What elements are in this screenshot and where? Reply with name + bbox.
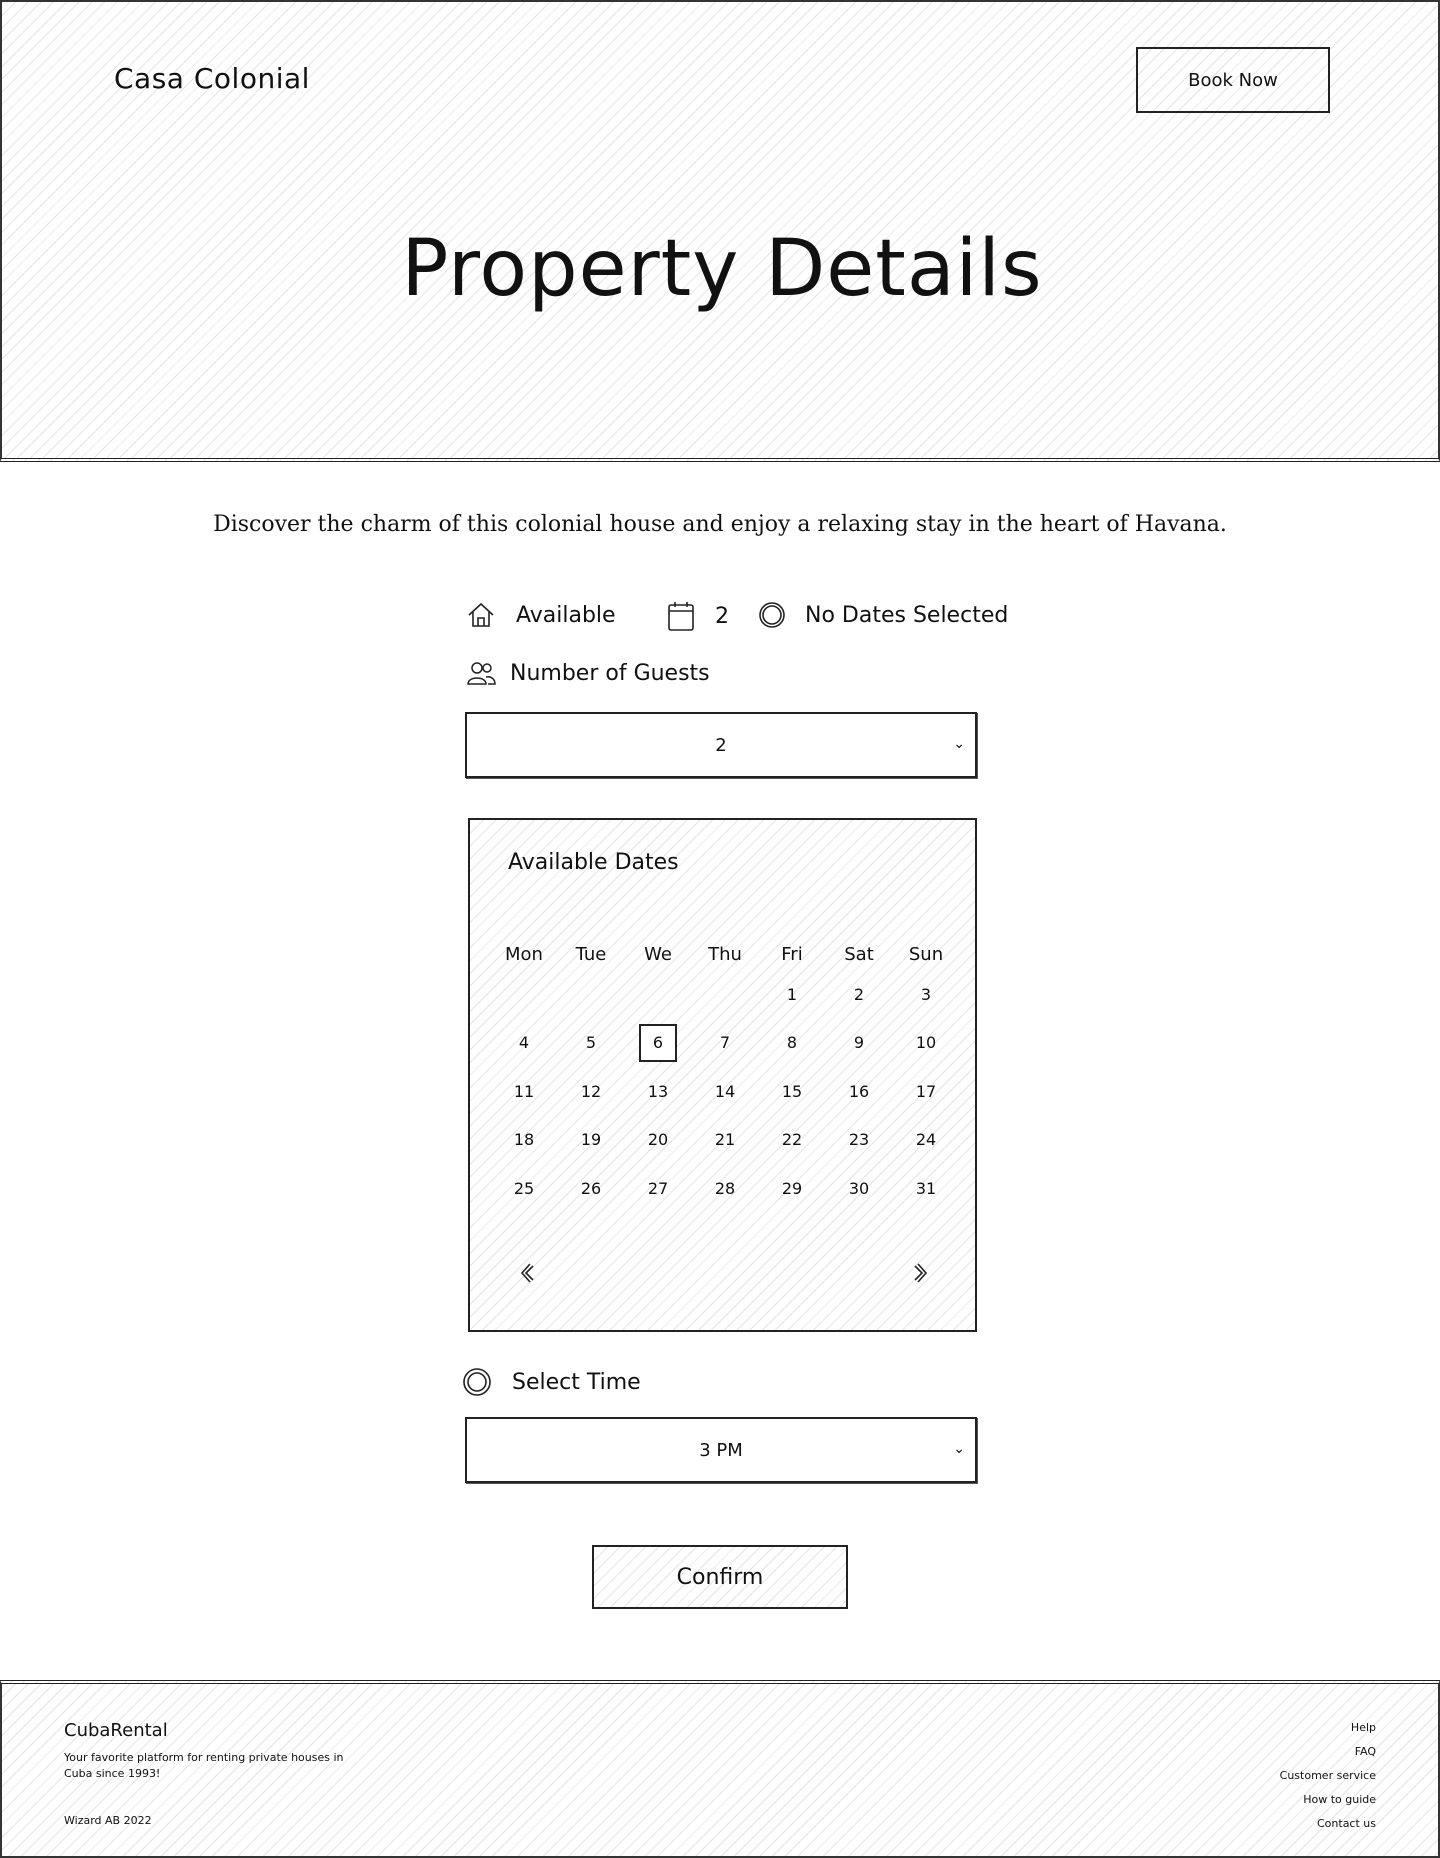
calendar-day[interactable]: 1 <box>772 977 812 1011</box>
calendar-day[interactable]: 29 <box>772 1171 812 1205</box>
calendar-day[interactable]: 26 <box>571 1171 611 1205</box>
weekday-header: Sat <box>844 944 874 965</box>
calendar-day-selected[interactable]: 6 <box>639 1023 677 1062</box>
weekday-header: We <box>644 944 672 965</box>
guests-label: Number of Guests <box>510 660 710 686</box>
house-icon <box>466 600 496 630</box>
time-heading: Select Time <box>462 1367 641 1397</box>
footer-link-help[interactable]: Help <box>1280 1716 1376 1740</box>
confirm-button[interactable]: Confirm <box>592 1545 848 1609</box>
footer-link-contact-us[interactable]: Contact us <box>1280 1812 1376 1836</box>
weekday-header: Sun <box>908 944 944 965</box>
calendar-day[interactable]: 7 <box>705 1026 745 1060</box>
calendar-day[interactable]: 24 <box>906 1123 946 1157</box>
radio-circle-icon <box>462 1367 492 1397</box>
site-footer: CubaRental Your favorite platform for re… <box>0 1680 1440 1858</box>
dates-label: No Dates Selected <box>805 602 1009 628</box>
chevron-left-icon <box>520 1263 534 1283</box>
footer-tagline: Your favorite platform for renting priva… <box>64 1751 344 1780</box>
calendar-day[interactable]: 5 <box>571 1026 611 1060</box>
calendar-day[interactable]: 2 <box>839 977 879 1011</box>
hero-header: Casa Colonial Book Now Property Details <box>0 0 1440 462</box>
footer-copyright: Wizard AB 2022 <box>64 1814 152 1827</box>
availability-label: Available <box>516 602 616 628</box>
time-select-value: 3 PM <box>699 1439 743 1461</box>
dates-status: No Dates Selected <box>757 600 1008 630</box>
calendar-day[interactable]: 25 <box>504 1171 544 1205</box>
time-select[interactable]: 3 PM ⌄ <box>465 1417 977 1483</box>
calendar-day[interactable]: 20 <box>638 1123 678 1157</box>
calendar-day[interactable]: 9 <box>839 1026 879 1060</box>
page-title: Property Details <box>401 224 1043 314</box>
users-icon <box>466 660 496 686</box>
calendar-day[interactable]: 15 <box>772 1074 812 1108</box>
calendar-day[interactable]: 14 <box>705 1074 745 1108</box>
calendar-title: Available Dates <box>508 850 679 875</box>
guests-select[interactable]: 2 ⌄ <box>465 712 977 778</box>
availability-status: Available <box>466 600 616 630</box>
calendar-day[interactable]: 27 <box>638 1171 678 1205</box>
calendar-day[interactable]: 11 <box>504 1074 544 1108</box>
calendar-day[interactable]: 13 <box>638 1074 678 1108</box>
chevron-down-icon: ⌄ <box>953 736 965 752</box>
footer-links: Help FAQ Customer service How to guide C… <box>1280 1716 1376 1836</box>
calendar-day[interactable]: 21 <box>705 1123 745 1157</box>
footer-link-how-to-guide[interactable]: How to guide <box>1280 1788 1376 1812</box>
footer-brand: CubaRental <box>64 1720 168 1741</box>
calendar-day[interactable]: 22 <box>772 1123 812 1157</box>
guests-select-value: 2 <box>715 734 727 756</box>
calendar-day[interactable]: 16 <box>839 1074 879 1108</box>
calendar-day[interactable]: 31 <box>906 1171 946 1205</box>
calendar-day[interactable]: 28 <box>705 1171 745 1205</box>
calendar-day[interactable]: 17 <box>906 1074 946 1108</box>
weekday-header: Thu <box>708 944 742 965</box>
footer-link-faq[interactable]: FAQ <box>1280 1740 1376 1764</box>
calendar-icon <box>667 600 695 632</box>
next-month-button[interactable] <box>906 1258 936 1288</box>
calendar-day[interactable]: 23 <box>839 1123 879 1157</box>
calendar-day[interactable]: 12 <box>571 1074 611 1108</box>
calendar-day[interactable]: 30 <box>839 1171 879 1205</box>
site-brand[interactable]: Casa Colonial <box>114 62 310 95</box>
radio-circle-icon <box>757 600 787 630</box>
nights-count: 2 <box>715 603 729 629</box>
calendar-day[interactable]: 3 <box>906 977 946 1011</box>
availability-calendar: Available Dates Mon Tue We Thu Fri Sat Sun 1 2 3 4… <box>468 818 977 1332</box>
calendar-day[interactable]: 4 <box>504 1026 544 1060</box>
previous-month-button[interactable] <box>512 1258 542 1288</box>
weekday-header: Tue <box>575 944 607 965</box>
weekday-header: Mon <box>505 944 543 965</box>
time-label: Select Time <box>512 1369 641 1395</box>
chevron-down-icon: ⌄ <box>953 1441 965 1457</box>
nights-status: 2 <box>667 600 729 632</box>
guests-heading: Number of Guests <box>466 660 710 686</box>
chevron-right-icon <box>914 1263 928 1283</box>
calendar-day[interactable]: 18 <box>504 1123 544 1157</box>
book-now-button[interactable]: Book Now <box>1136 47 1330 113</box>
weekday-header: Fri <box>781 944 803 965</box>
calendar-day[interactable]: 19 <box>571 1123 611 1157</box>
footer-link-customer-service[interactable]: Customer service <box>1280 1764 1376 1788</box>
calendar-day[interactable]: 10 <box>906 1026 946 1060</box>
calendar-day[interactable]: 8 <box>772 1026 812 1060</box>
intro-text: Discover the charm of this colonial hous… <box>213 512 1227 537</box>
